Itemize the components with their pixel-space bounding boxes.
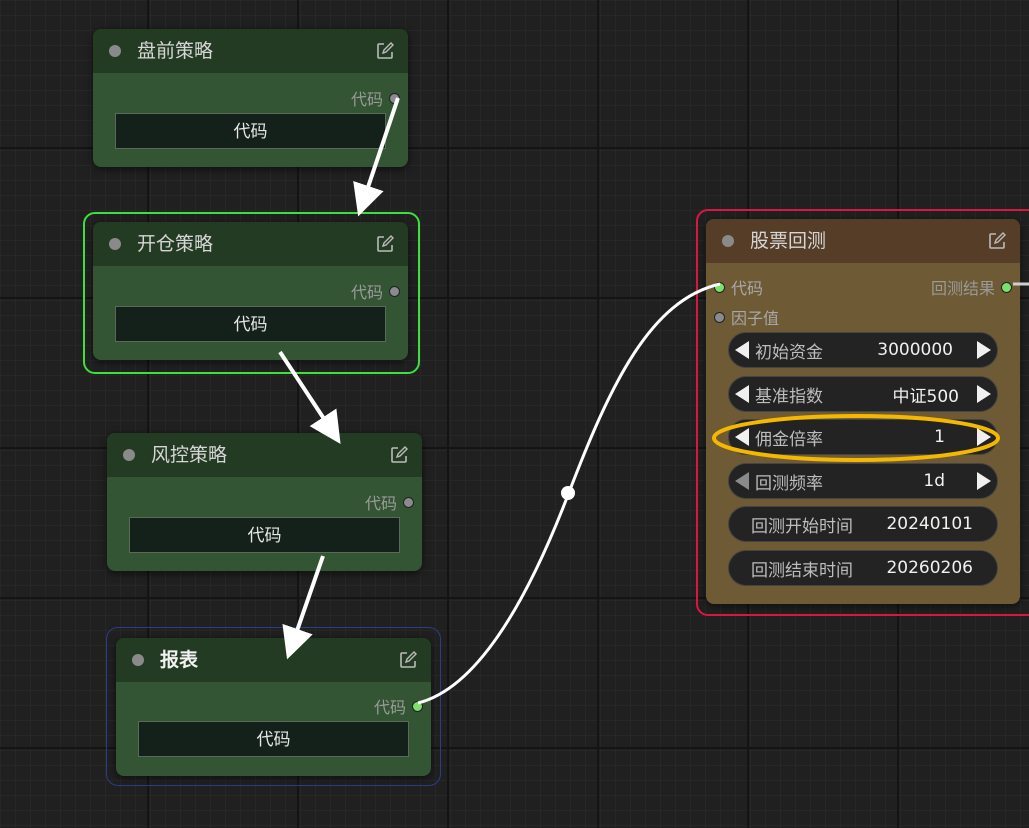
output-slot: 回测结果 xyxy=(931,275,1012,299)
node-header[interactable]: 盘前策略 xyxy=(93,29,408,73)
code-widget[interactable]: 代码 xyxy=(129,517,400,553)
output-port[interactable] xyxy=(389,92,400,104)
input-port[interactable] xyxy=(714,281,725,293)
output-label: 代码 xyxy=(350,283,383,302)
node-stock-backtest[interactable]: 股票回测 代码 因子值 回测结果 初始资金 3000000 基准指数 中证500… xyxy=(706,219,1020,604)
node-risk-control-strategy[interactable]: 风控策略 代码 代码 xyxy=(107,433,422,571)
status-dot-icon xyxy=(722,235,734,247)
widget-commission-multiplier[interactable]: 佣金倍率 1 xyxy=(728,419,998,455)
output-label: 代码 xyxy=(350,90,383,109)
node-title: 开仓策略 xyxy=(137,233,214,255)
annotation-arrow-2 xyxy=(278,350,341,445)
status-dot-icon xyxy=(109,238,121,250)
node-title: 盘前策略 xyxy=(137,40,214,62)
output-port[interactable] xyxy=(412,700,423,712)
arrow-right-icon[interactable] xyxy=(977,341,991,359)
output-port[interactable] xyxy=(403,496,414,508)
link-wire xyxy=(417,282,721,705)
edit-icon[interactable] xyxy=(399,651,417,669)
node-header[interactable]: 风控策略 xyxy=(107,433,422,477)
output-port[interactable] xyxy=(1001,281,1012,293)
node-premarket-strategy[interactable]: 盘前策略 代码 代码 xyxy=(93,29,408,167)
status-dot-icon xyxy=(109,45,121,57)
widget-initial-capital[interactable]: 初始资金 3000000 xyxy=(728,332,998,368)
output-label: 代码 xyxy=(364,494,397,513)
node-header[interactable]: 开仓策略 xyxy=(93,222,408,266)
output-slot: 代码 xyxy=(351,279,400,303)
arrow-left-icon[interactable] xyxy=(735,472,749,490)
node-header[interactable]: 报表 xyxy=(116,638,431,682)
arrow-right-icon[interactable] xyxy=(977,472,991,490)
widget-backtest-start-time[interactable]: 回测开始时间 20240101 xyxy=(728,506,998,542)
output-port[interactable] xyxy=(389,285,400,297)
arrow-left-icon[interactable] xyxy=(735,341,749,359)
node-title: 风控策略 xyxy=(151,444,228,466)
input-port[interactable] xyxy=(714,311,725,323)
status-dot-icon xyxy=(123,449,135,461)
input-label: 代码 xyxy=(731,279,764,298)
code-widget[interactable]: 代码 xyxy=(115,306,386,342)
edit-icon[interactable] xyxy=(376,235,394,253)
widget-benchmark-index[interactable]: 基准指数 中证500 xyxy=(728,376,998,412)
node-open-position-strategy[interactable]: 开仓策略 代码 代码 xyxy=(93,222,408,360)
output-slot: 代码 xyxy=(351,86,400,110)
status-dot-icon xyxy=(132,654,144,666)
node-title: 股票回测 xyxy=(750,230,827,252)
arrow-right-icon[interactable] xyxy=(977,385,991,403)
arrow-left-icon[interactable] xyxy=(735,385,749,403)
widget-backtest-end-time[interactable]: 回测结束时间 20260206 xyxy=(728,550,998,586)
code-widget[interactable]: 代码 xyxy=(138,721,409,757)
edit-icon[interactable] xyxy=(390,446,408,464)
edit-icon[interactable] xyxy=(376,42,394,60)
node-header[interactable]: 股票回测 xyxy=(706,219,1020,263)
arrow-left-icon[interactable] xyxy=(735,428,749,446)
link-midpoint xyxy=(561,486,575,500)
output-label: 回测结果 xyxy=(930,279,995,298)
widget-backtest-frequency[interactable]: 回测频率 1d xyxy=(728,463,998,499)
input-slot-code: 代码 xyxy=(714,275,763,299)
input-label: 因子值 xyxy=(731,309,780,328)
output-label: 代码 xyxy=(373,698,406,717)
code-widget[interactable]: 代码 xyxy=(115,113,386,149)
output-slot: 代码 xyxy=(365,490,414,514)
output-slot: 代码 xyxy=(374,694,423,718)
node-report[interactable]: 报表 代码 代码 xyxy=(116,638,431,776)
arrow-right-icon[interactable] xyxy=(977,428,991,446)
edit-icon[interactable] xyxy=(988,232,1006,250)
node-title: 报表 xyxy=(160,649,199,671)
input-slot-factor: 因子值 xyxy=(714,305,779,329)
